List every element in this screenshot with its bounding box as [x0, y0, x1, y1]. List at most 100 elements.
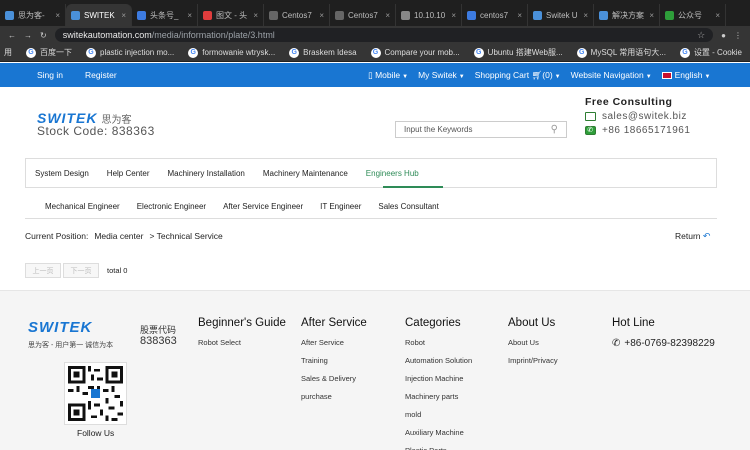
back-icon[interactable]: ← — [8, 31, 16, 40]
browser-tab[interactable]: 思为客- × — [0, 4, 66, 26]
tab-favicon-icon — [599, 10, 608, 20]
footer-link[interactable]: Machinery parts — [405, 392, 472, 401]
footer-link[interactable]: Plastic Parts — [405, 446, 472, 450]
close-icon[interactable]: × — [121, 11, 126, 20]
close-icon[interactable]: × — [55, 11, 60, 20]
bookmark-item[interactable]: Gformowanie wtrysk... — [188, 47, 275, 58]
menu-tab[interactable]: Help Center — [107, 169, 150, 178]
footer-logo[interactable]: SWITEK — [28, 319, 92, 336]
close-icon[interactable]: × — [715, 11, 720, 20]
bookmark-star-icon[interactable]: ☆ — [697, 30, 705, 41]
footer-col-beginners: Beginner's Guide Robot Select — [198, 317, 286, 356]
mobile-label: Mobile — [375, 69, 401, 80]
bookmark-item[interactable]: G Braskem Idesa — [289, 47, 357, 58]
footer-col-title: Categories — [405, 317, 461, 329]
close-icon[interactable]: × — [517, 11, 522, 20]
hotline-number: ✆ +86-0769-82398229 — [612, 338, 715, 349]
bookmark-item[interactable]: 用 — [4, 47, 12, 58]
register-link[interactable]: Register — [85, 70, 117, 80]
signin-link[interactable]: Sing in — [37, 70, 63, 80]
close-icon[interactable]: × — [253, 11, 258, 20]
language-menu[interactable]: English ▼ — [661, 70, 711, 80]
footer-col-after-service: After Service After Service Training Sales… — [301, 317, 367, 410]
return-icon: ↶ — [702, 231, 711, 241]
breadcrumb-media-center[interactable]: Media center — [94, 231, 143, 241]
bookmark-item[interactable]: G 设置 - Cookie — [679, 47, 742, 58]
bookmark-label: Ubuntu 搭建Web服... — [487, 48, 563, 57]
forward-icon[interactable]: → — [24, 31, 32, 40]
mobile-menu[interactable]: ▯ Mobile ▼ — [368, 70, 408, 81]
footer-link[interactable]: Training — [301, 356, 367, 365]
footer-link[interactable]: Robot — [405, 338, 472, 347]
footer-link[interactable]: After Service — [301, 338, 367, 347]
browser-tab[interactable]: SWITEK × — [66, 4, 132, 26]
shopping-cart-link[interactable]: Shopping Cart 🛒︎(0) ▼ — [475, 70, 561, 81]
submenu-item[interactable]: Mechanical Engineer — [45, 202, 120, 211]
footer-link[interactable]: Injection Machine — [405, 374, 472, 383]
bookmark-item[interactable]: G Compare your mob... — [370, 47, 460, 58]
submenu-item[interactable]: After Service Engineer — [223, 202, 303, 211]
return-label: Return — [675, 231, 701, 241]
tab-label: 解决方案 — [612, 10, 644, 20]
browser-tab[interactable]: 图文 - 头 × — [198, 4, 264, 26]
bookmark-label: Braskem Idesa — [303, 48, 357, 57]
prev-page-button[interactable]: 上一页 — [25, 263, 61, 278]
menu-tab[interactable]: Engineers Hub — [366, 169, 419, 178]
browser-tab[interactable]: 头条号_ × — [132, 4, 198, 26]
language-label: English — [674, 70, 703, 80]
browser-tab[interactable]: 公众号 × — [660, 4, 726, 26]
tab-label: 图文 - 头 — [216, 10, 248, 20]
cart-icon: 🛒︎ — [531, 69, 543, 80]
consult-title: Free Consulting — [585, 96, 673, 108]
menu-tab[interactable]: Machinery Installation — [167, 169, 244, 178]
submenu-item[interactable]: IT Engineer — [320, 202, 361, 211]
menu-kebab-icon[interactable]: ⋮ — [734, 31, 742, 40]
footer-link[interactable]: Auxiliary Machine — [405, 428, 472, 437]
bookmark-item[interactable]: G 百度一下 — [26, 47, 72, 58]
browser-tab[interactable]: Centos7 × — [264, 4, 330, 26]
footer-link[interactable]: Imprint/Privacy — [508, 356, 558, 365]
phone-icon: ✆ — [585, 126, 596, 135]
browser-tab[interactable]: Switek U × — [528, 4, 594, 26]
hotline-text: +86-0769-82398229 — [624, 338, 715, 349]
bookmark-item[interactable]: G MySQL 常用语句大... — [576, 47, 666, 58]
tab-favicon-icon — [269, 10, 278, 20]
consult-email[interactable]: sales@switek.biz — [602, 111, 687, 122]
return-link[interactable]: Return ↶ — [675, 231, 710, 242]
close-icon[interactable]: × — [649, 11, 654, 20]
close-icon[interactable]: × — [187, 11, 192, 20]
submenu-item[interactable]: Sales Consultant — [378, 202, 438, 211]
footer-link[interactable]: Sales & Delivery — [301, 374, 367, 383]
bookmark-item[interactable]: G Ubuntu 搭建Web服... — [473, 47, 563, 58]
footer-link[interactable]: About Us — [508, 338, 558, 347]
chevron-down-icon: ▼ — [704, 74, 711, 80]
search-placeholder: Input the Keywords — [404, 125, 473, 134]
menu-tab[interactable]: System Design — [35, 169, 89, 178]
browser-tab[interactable]: 解决方案 × — [594, 4, 660, 26]
bookmark-item[interactable]: Gplastic injection mo... — [86, 47, 174, 58]
footer-link[interactable]: Automation Solution — [405, 356, 472, 365]
address-bar[interactable]: switekautomation.com/media/information/p… — [54, 28, 714, 42]
chevron-down-icon: ▼ — [402, 73, 409, 80]
footer-link[interactable]: Robot Select — [198, 338, 286, 347]
website-navigation-menu[interactable]: Website Navigation ▼ — [571, 70, 652, 80]
bookmark-label: 用 — [4, 48, 12, 57]
browser-tab[interactable]: Centos7 × — [330, 4, 396, 26]
search-icon[interactable]: ⚲ — [551, 124, 558, 135]
search-input[interactable]: Input the Keywords ⚲ — [395, 121, 567, 138]
browser-tab[interactable]: centos7 × — [462, 4, 528, 26]
tab-label: Switek U — [546, 10, 578, 20]
menu-tab[interactable]: Machinery Maintenance — [263, 169, 348, 178]
profile-icon[interactable]: ● — [721, 31, 726, 40]
next-page-button[interactable]: 下一页 — [63, 263, 99, 278]
footer-link[interactable]: mold — [405, 410, 472, 419]
browser-tab[interactable]: 10.10.10 × — [396, 4, 462, 26]
close-icon[interactable]: × — [385, 11, 390, 20]
footer-link[interactable]: purchase — [301, 392, 367, 401]
close-icon[interactable]: × — [319, 11, 324, 20]
submenu-item[interactable]: Electronic Engineer — [137, 202, 206, 211]
my-switek-menu[interactable]: My Switek ▼ — [418, 70, 465, 80]
close-icon[interactable]: × — [583, 11, 588, 20]
close-icon[interactable]: × — [451, 11, 456, 20]
reload-icon[interactable]: ↻ — [40, 31, 47, 40]
